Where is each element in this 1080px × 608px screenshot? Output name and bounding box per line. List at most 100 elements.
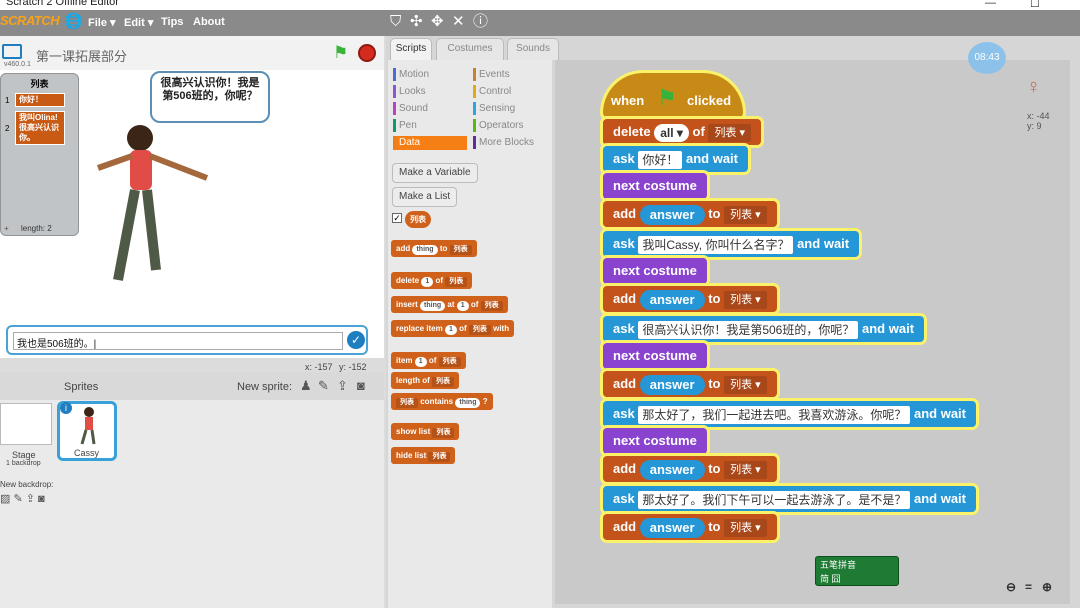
list-dropdown[interactable]: 列表: [724, 460, 767, 479]
ask-answer-input[interactable]: 我也是506班的。|: [13, 332, 343, 350]
presentation-mode-icon[interactable]: [2, 44, 22, 59]
maximize-icon[interactable]: ☐: [1030, 0, 1040, 10]
palette-list-reporter[interactable]: 列表: [405, 211, 431, 228]
category-control[interactable]: Control: [473, 85, 511, 99]
block-word: to: [708, 291, 721, 306]
list-monitor[interactable]: 列表 1 你好！ 2 我叫Olina!很高兴认识你。 + length: 2: [0, 73, 79, 236]
category-more-blocks[interactable]: More Blocks: [473, 136, 534, 150]
block-word: wait: [940, 406, 967, 421]
list-item-1[interactable]: 你好！: [15, 93, 65, 107]
when-flag-clicked-block[interactable]: when ⚑ clicked: [603, 73, 743, 117]
category-motion[interactable]: Motion: [393, 68, 429, 82]
project-title[interactable]: 第一课拓展部分: [36, 46, 127, 65]
add-answer-to-list-block[interactable]: add answer to 列表: [603, 514, 777, 540]
zoom-in-icon[interactable]: ⊕: [1042, 580, 1052, 594]
choose-sprite-icon[interactable]: ♟: [300, 378, 312, 394]
category-pen[interactable]: Pen: [393, 119, 417, 133]
make-list-button[interactable]: Make a List: [392, 187, 458, 207]
paint-sprite-icon[interactable]: ✎: [318, 378, 329, 394]
palette-block-part: with: [493, 324, 510, 333]
next-costume-block[interactable]: next costume: [603, 343, 707, 369]
tab-sounds[interactable]: Sounds: [507, 38, 559, 60]
sprite-thumbnail-cassy[interactable]: i Cassy: [57, 401, 117, 461]
ask-question-field[interactable]: 很高兴认识你！我是第506班的，你呢？: [638, 320, 859, 339]
shrink-icon[interactable]: ✕: [452, 14, 465, 30]
stage-thumbnail[interactable]: [0, 403, 52, 445]
ime-toolbar[interactable]: 五笔拼音 简 囧: [815, 556, 899, 586]
next-costume-block[interactable]: next costume: [603, 173, 707, 199]
ask-question-field[interactable]: 你好！: [638, 150, 683, 169]
category-sound[interactable]: Sound: [393, 102, 428, 116]
block-word: of: [692, 124, 705, 139]
palette-block-5[interactable]: length of 列表: [391, 372, 460, 389]
menu-about[interactable]: About: [193, 16, 225, 28]
ask-and-wait-block[interactable]: ask 我叫Cassy, 你叫什么名字？ and wait: [603, 231, 860, 257]
zoom-reset-icon[interactable]: =: [1025, 580, 1032, 594]
duplicate-icon[interactable]: ⛉: [390, 14, 401, 30]
tab-costumes[interactable]: Costumes: [436, 38, 504, 60]
tab-scripts[interactable]: Scripts: [390, 38, 432, 60]
delete-item-dropdown[interactable]: all: [654, 123, 689, 142]
category-sensing[interactable]: Sensing: [473, 102, 515, 116]
category-looks[interactable]: Looks: [393, 85, 426, 99]
list-dropdown[interactable]: 列表: [724, 518, 767, 537]
zoom-out-icon[interactable]: ⊖: [1006, 580, 1016, 594]
answer-reporter[interactable]: answer: [639, 459, 705, 480]
menu-file[interactable]: File ▾: [88, 16, 116, 29]
ask-and-wait-block[interactable]: ask 你好！ and wait: [603, 146, 749, 172]
list-item-2[interactable]: 我叫Olina!很高兴认识你。: [15, 111, 65, 145]
list-dropdown[interactable]: 列表: [724, 375, 767, 394]
ask-question-field[interactable]: 我叫Cassy, 你叫什么名字？: [638, 235, 794, 254]
delete-all-of-list-block[interactable]: delete all of 列表: [603, 119, 762, 145]
list-add-icon[interactable]: +: [4, 224, 9, 233]
palette-block-4[interactable]: item 1 of 列表: [391, 352, 466, 369]
minimize-icon[interactable]: —: [985, 0, 996, 9]
answer-reporter[interactable]: answer: [639, 374, 705, 395]
palette-block-3[interactable]: replace item 1 of 列表 with: [391, 320, 515, 337]
add-answer-to-list-block[interactable]: add answer to 列表: [603, 201, 777, 227]
upload-sprite-icon[interactable]: ⇪: [337, 378, 348, 394]
ask-question-field[interactable]: 那太好了，我们一起进去吧。我喜欢游泳。你呢？: [638, 405, 911, 424]
palette-block-0[interactable]: add thing to 列表: [391, 240, 477, 257]
category-events[interactable]: Events: [473, 68, 510, 82]
delete-tool-icon[interactable]: ✣: [410, 14, 423, 30]
answer-reporter[interactable]: answer: [639, 517, 705, 538]
palette-block-part: ?: [482, 397, 488, 406]
palette-block-part: 列表: [480, 301, 503, 311]
cassy-sprite[interactable]: [90, 122, 215, 290]
list-dropdown[interactable]: 列表: [724, 290, 767, 309]
help-icon[interactable]: ⓘ: [473, 14, 488, 30]
grow-icon[interactable]: ✥: [431, 14, 444, 30]
ask-and-wait-block[interactable]: ask 很高兴认识你！我是第506班的，你呢？ and wait: [603, 316, 925, 342]
add-answer-to-list-block[interactable]: add answer to 列表: [603, 371, 777, 397]
category-data[interactable]: Data: [393, 136, 467, 150]
next-costume-block[interactable]: next costume: [603, 428, 707, 454]
add-answer-to-list-block[interactable]: add answer to 列表: [603, 286, 777, 312]
palette-block-6[interactable]: 列表 contains thing ?: [391, 393, 493, 410]
ask-and-wait-block[interactable]: ask 那太好了，我们一起进去吧。我喜欢游泳。你呢？ and wait: [603, 401, 977, 427]
category-operators[interactable]: Operators: [473, 119, 523, 133]
palette-block-7[interactable]: show list 列表: [391, 423, 460, 440]
list-dropdown[interactable]: 列表: [724, 205, 767, 224]
list-visible-checkbox[interactable]: ✓: [392, 213, 402, 223]
answer-reporter[interactable]: answer: [639, 204, 705, 225]
stop-icon[interactable]: [358, 44, 376, 62]
answer-reporter[interactable]: answer: [639, 289, 705, 310]
globe-icon[interactable]: 🌐: [64, 14, 83, 30]
next-costume-block[interactable]: next costume: [603, 258, 707, 284]
palette-block-2[interactable]: insert thing at 1 of 列表: [391, 296, 508, 313]
add-answer-to-list-block[interactable]: add answer to 列表: [603, 456, 777, 482]
green-flag-icon[interactable]: ⚑: [333, 43, 348, 63]
menu-edit[interactable]: Edit ▾: [124, 16, 153, 29]
scratch-logo[interactable]: SCRATCH: [0, 13, 60, 33]
make-variable-button[interactable]: Make a Variable: [392, 163, 478, 183]
ask-and-wait-block[interactable]: ask 那太好了。我们下午可以一起去游泳了。是不是？ and wait: [603, 486, 977, 512]
palette-block-1[interactable]: delete 1 of 列表: [391, 272, 473, 289]
palette-block-8[interactable]: hide list 列表: [391, 447, 456, 464]
ask-submit-check-icon[interactable]: ✓: [347, 331, 365, 349]
ask-question-field[interactable]: 那太好了。我们下午可以一起去游泳了。是不是？: [638, 490, 911, 509]
backdrop-tools-icon[interactable]: ▨ ✎ ⇪ ◙: [0, 492, 45, 505]
menu-tips[interactable]: Tips: [161, 16, 183, 28]
list-dropdown[interactable]: 列表: [708, 123, 752, 142]
camera-sprite-icon[interactable]: ◙: [357, 378, 365, 393]
